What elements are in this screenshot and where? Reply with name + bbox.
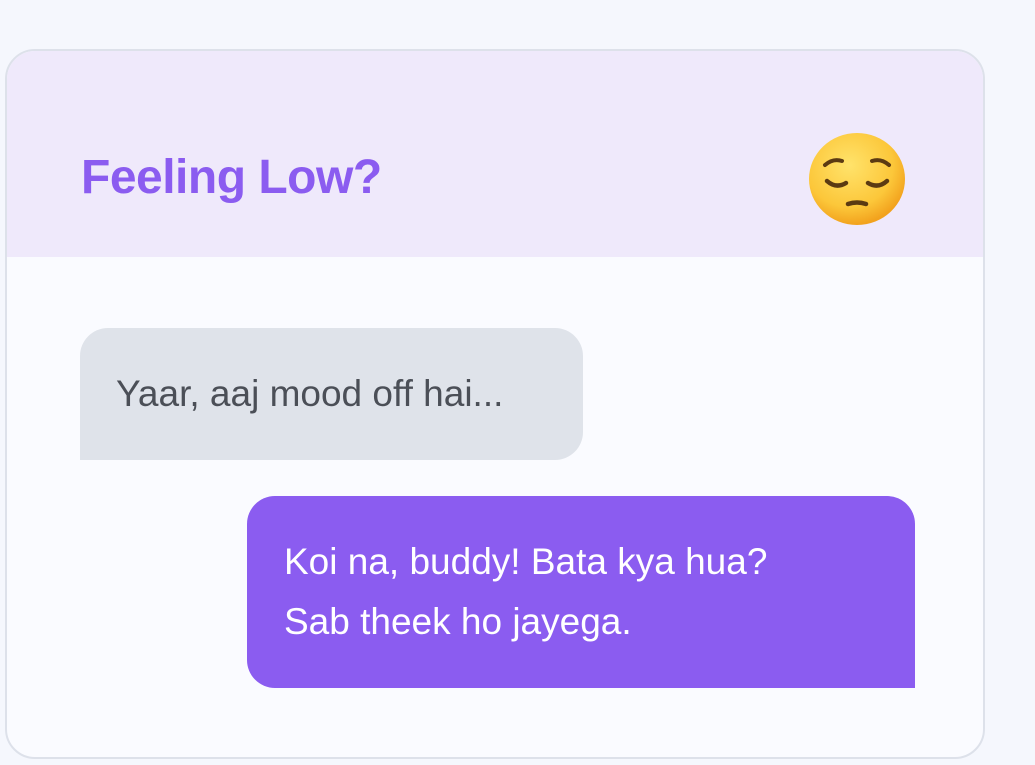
received-message-text: Yaar, aaj mood off hai... bbox=[116, 373, 504, 414]
pensive-face-icon bbox=[809, 133, 905, 225]
card-header: Feeling Low? bbox=[7, 51, 983, 257]
card-title: Feeling Low? bbox=[81, 151, 382, 204]
received-message-bubble: Yaar, aaj mood off hai... bbox=[80, 328, 583, 460]
sent-message-line: Koi na, buddy! Bata kya hua? bbox=[284, 541, 768, 582]
sent-message-line: Sab theek ho jayega. bbox=[284, 601, 632, 642]
sent-message-bubble: Koi na, buddy! Bata kya hua? Sab theek h… bbox=[247, 496, 915, 688]
mood-chat-card: Feeling Low? Yaar, aaj mood off hai... K… bbox=[5, 49, 985, 759]
chat-thread: Yaar, aaj mood off hai... Koi na, buddy!… bbox=[7, 257, 983, 757]
